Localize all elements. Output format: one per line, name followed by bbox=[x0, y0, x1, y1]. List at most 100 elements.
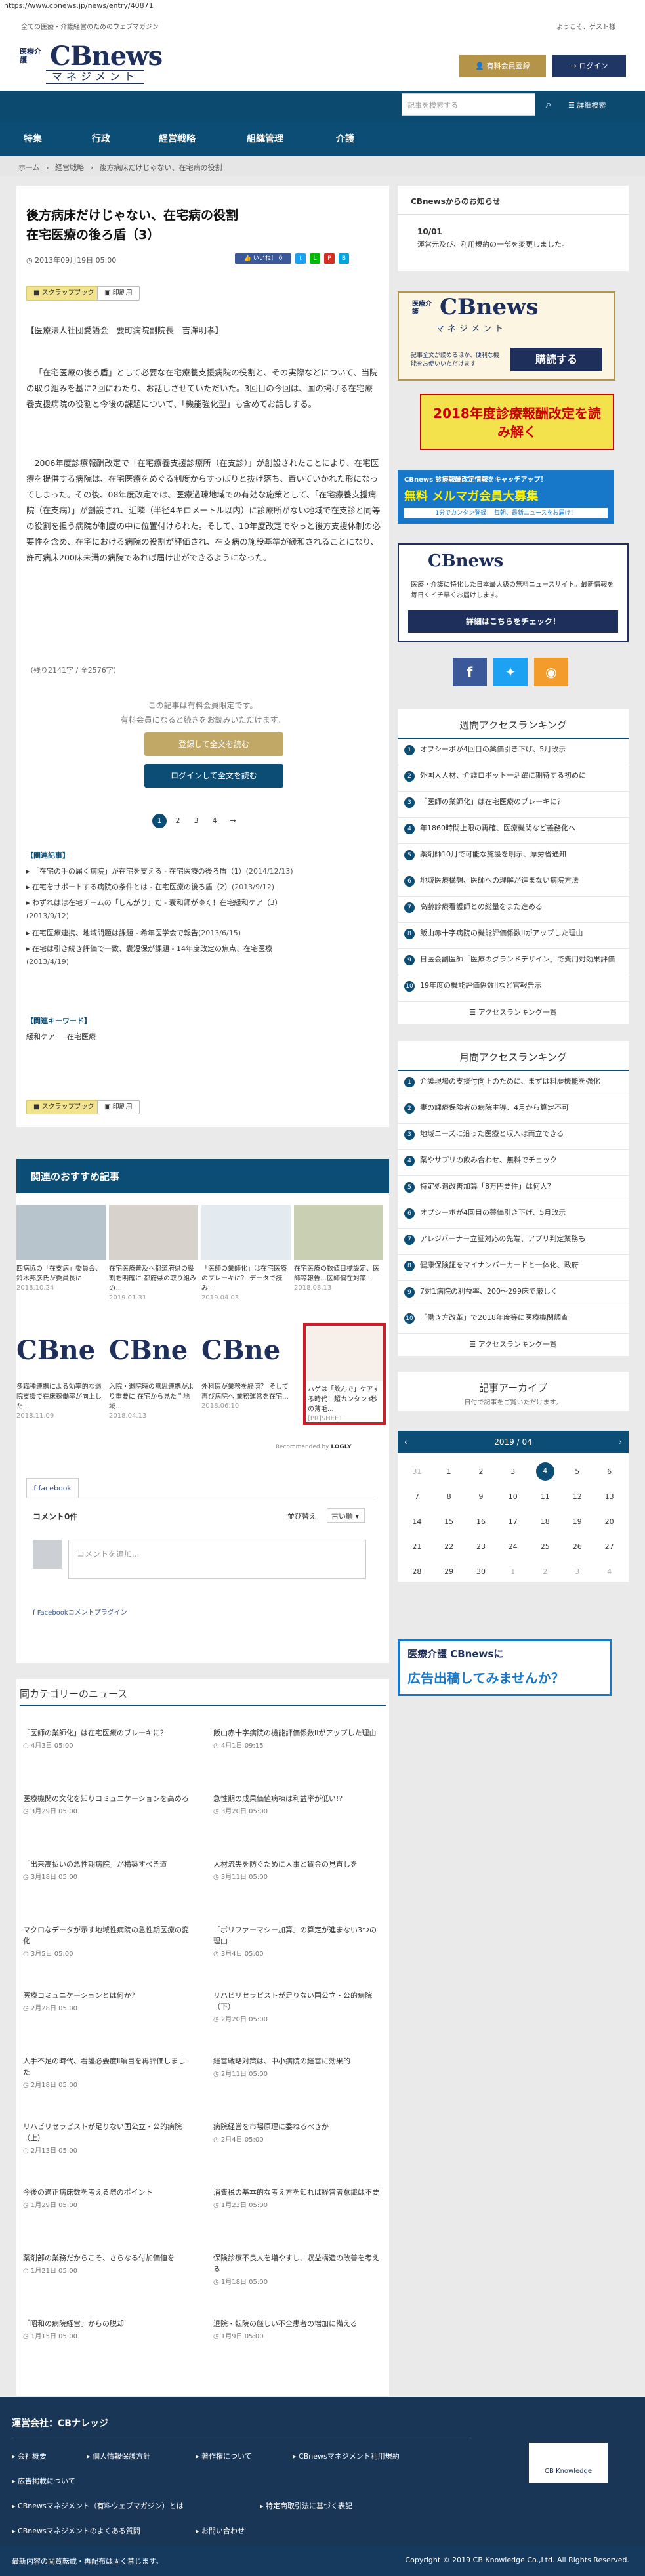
calendar-day[interactable]: 4 bbox=[530, 1460, 560, 1483]
ranking-item[interactable]: 6 地域医療構想、医師への理解が進まない病院方法 bbox=[398, 870, 629, 897]
nav-item-admin[interactable]: 行政 bbox=[92, 122, 110, 156]
calendar-day[interactable]: 2 bbox=[530, 1559, 560, 1583]
footer-link-privacy[interactable]: ▸ 個人情報保護方針 bbox=[87, 2451, 150, 2461]
powered-brand[interactable]: LOGLY bbox=[331, 1444, 351, 1450]
calendar-day[interactable]: 27 bbox=[594, 1534, 625, 1558]
calendar-day[interactable]: 13 bbox=[594, 1485, 625, 1508]
rec-card[interactable]: 四病協の「在支病」委員会、鈴木邦彦氏が委員長に 2018.10.24 bbox=[16, 1205, 106, 1292]
news-item[interactable]: リハビリセラピストが足りない国公立・公的病院（上） ◷ 2月13日 05:00 bbox=[23, 2121, 190, 2157]
login-read-button[interactable]: ログインして全文を読む bbox=[144, 764, 283, 788]
ranking-item[interactable]: 2 妻の課療保険者の病院主導、4月から算定不可 bbox=[398, 1097, 629, 1124]
news-item[interactable]: 「医師の業師化」は在宅医療のブレーキに？ ◷ 4月3日 05:00 bbox=[23, 1727, 190, 1752]
calendar-day[interactable]: 30 bbox=[466, 1559, 497, 1583]
related-item[interactable]: ▸ 在宅は引き続き評価で一致、嚢短保が課題 - 14年度改定の焦点、在宅医療 (2… bbox=[26, 942, 374, 969]
news-item[interactable]: 消費税の基本的な考え方を知れば経営者意識は不要 ◷ 1月23日 05:00 bbox=[213, 2187, 381, 2211]
ranking-item[interactable]: 8 健康保険証をマイナンバーカードと一体化、政府 bbox=[398, 1255, 629, 1281]
ranking-item[interactable]: 2 外国人人材、介護ロボット一活躍に期待する初めに bbox=[398, 765, 629, 792]
ranking-item[interactable]: 7 アレジバーナー立証対応の先端、アプリ判定業務も bbox=[398, 1229, 629, 1255]
scrapbook-button[interactable]: ■ スクラップブック bbox=[26, 286, 102, 301]
page-next[interactable]: → bbox=[226, 814, 240, 828]
footer-link-law[interactable]: ▸ 特定商取引法に基づく表記 bbox=[260, 2501, 352, 2511]
facebook-plugin-link[interactable]: f Facebookコメントプラグイン bbox=[33, 1607, 127, 1616]
news-item[interactable]: 病院経営を市場原理に委ねるべきか ◷ 2月4日 05:00 bbox=[213, 2121, 381, 2145]
nav-item-feature[interactable]: 特集 bbox=[24, 122, 42, 156]
footer-link-contact[interactable]: ▸ お問い合わせ bbox=[196, 2525, 245, 2536]
news-item[interactable]: 急性期の成果価値病棟は利益率が低い!? ◷ 3月20日 05:00 bbox=[213, 1793, 381, 1817]
calendar-day[interactable]: 12 bbox=[562, 1485, 593, 1508]
news-item[interactable]: 経営戦略対策は、中小病院の経営に効果的 ◷ 2月11日 05:00 bbox=[213, 2056, 381, 2080]
calendar-day[interactable]: 17 bbox=[497, 1510, 528, 1533]
rss-icon[interactable]: ◉ bbox=[534, 658, 568, 686]
news-item[interactable]: 「出来高払いの急性期病院」が構築すべき道 ◷ 3月18日 05:00 bbox=[23, 1859, 190, 1883]
ad-banner[interactable]: 医療介護 CBnewsに 広告出稿してみませんか？ bbox=[398, 1639, 612, 1696]
breadcrumb-home[interactable]: ホーム bbox=[18, 163, 40, 172]
footer-link-about[interactable]: ▸ CBnewsマネジメント（有料ウェブマガジン）とは bbox=[12, 2501, 184, 2511]
line-icon[interactable]: L bbox=[310, 253, 320, 264]
footer-link-faq[interactable]: ▸ CBnewsマネジメントのよくある質問 bbox=[12, 2525, 140, 2536]
news-item[interactable]: 「昭和の病院経営」からの脱却 ◷ 1月15日 05:00 bbox=[23, 2318, 190, 2342]
twitter-icon[interactable]: ✦ bbox=[493, 658, 528, 686]
ranking-item[interactable]: 3 地域ニーズに沿った医療と収入は両立できる bbox=[398, 1124, 629, 1150]
print-button[interactable]: ▣ 印刷用 bbox=[97, 286, 140, 301]
rec-card[interactable]: 在宅医療の数値目標設定、医師等報告…医師偏在対策... 2018.08.13 bbox=[294, 1205, 383, 1292]
breadcrumb-section[interactable]: 経営戦略 bbox=[55, 163, 84, 172]
comment-input[interactable]: コメントを追加... bbox=[68, 1540, 366, 1579]
news-item[interactable]: 医療コミュニケーションとは何か？ ◷ 2月28日 05:00 bbox=[23, 1990, 190, 2014]
monthly-more-link[interactable]: ☰ アクセスランキング一覧 bbox=[398, 1334, 629, 1356]
calendar-day[interactable]: 23 bbox=[466, 1534, 497, 1558]
facebook-icon[interactable]: f bbox=[453, 658, 487, 686]
notice-text[interactable]: 運営元及び、利用規約の一部を変更しました。 bbox=[417, 239, 596, 251]
calendar-day[interactable]: 24 bbox=[497, 1534, 528, 1558]
calendar-day[interactable]: 25 bbox=[530, 1534, 560, 1558]
rec-card[interactable]: 在宅医療普及へ都道府県の役割を明確に 都府県の取り組みの... 2019.01.3… bbox=[109, 1205, 198, 1301]
trust-badge[interactable]: CB Knowledge bbox=[529, 2443, 608, 2483]
print-button-bottom[interactable]: ▣ 印刷用 bbox=[97, 1100, 140, 1114]
news-item[interactable]: 退院・転院の厳しい不全患者の増加に備える ◷ 1月9日 05:00 bbox=[213, 2318, 381, 2342]
calendar-day[interactable]: 29 bbox=[434, 1559, 465, 1583]
footer-link-copyright[interactable]: ▸ 著作権について bbox=[196, 2451, 252, 2461]
calendar-day[interactable]: 18 bbox=[530, 1510, 560, 1533]
footer-link-terms[interactable]: ▸ CBnewsマネジメント利用規約 bbox=[293, 2451, 400, 2461]
footer-link-ads[interactable]: ▸ 広告掲載について bbox=[12, 2476, 75, 2486]
page-3[interactable]: 3 bbox=[189, 814, 203, 828]
rec-card[interactable]: CBne 多職種連携による効率的な退院支援で在床稼働率が向上した... 2018.1… bbox=[16, 1323, 106, 1420]
nav-item-strategy[interactable]: 経営戦略 bbox=[159, 122, 196, 156]
news-item[interactable]: 薬剤部の業務だからこそ、さらなる付加価値を ◷ 1月21日 05:00 bbox=[23, 2252, 190, 2277]
calendar-day[interactable]: 4 bbox=[594, 1559, 625, 1583]
subscribe-button[interactable]: 購読する bbox=[510, 348, 602, 371]
calendar-day[interactable]: 6 bbox=[594, 1460, 625, 1483]
address-bar[interactable]: https://www.cbnews.jp/news/entry/40871 bbox=[0, 0, 645, 12]
rec-card-ad[interactable]: ハゲは「飲んで」ケアする時代！超カンタン3秒の薄毛... [PR]SHEET bbox=[303, 1323, 386, 1425]
calendar-day[interactable]: 3 bbox=[562, 1559, 593, 1583]
ranking-item[interactable]: 6 オプシーボが4回目の薬価引き下げ、5月改示 bbox=[398, 1202, 629, 1229]
calendar-day[interactable]: 8 bbox=[434, 1485, 465, 1508]
calendar-day[interactable]: 31 bbox=[402, 1460, 432, 1483]
calendar-day[interactable]: 9 bbox=[466, 1485, 497, 1508]
page-2[interactable]: 2 bbox=[171, 814, 185, 828]
news-item[interactable]: 医療機関の文化を知りコミュニケーションを高める ◷ 3月29日 05:00 bbox=[23, 1793, 190, 1817]
info-button[interactable]: 詳細はこちらをチェック！ bbox=[408, 610, 618, 633]
calendar-day[interactable]: 2 bbox=[466, 1460, 497, 1483]
subscribe-banner[interactable]: 医療介護 CBnews マネジメント 記事全文が読めるほか、便利な機能をお使いい… bbox=[398, 291, 615, 381]
ranking-item[interactable]: 9 日医会副医師「医療のグランドデザイン」で費用対効果評価 bbox=[398, 949, 629, 975]
calendar-day[interactable]: 26 bbox=[562, 1534, 593, 1558]
ranking-item[interactable]: 10 19年度の機能評価係数IIなど官報告示 bbox=[398, 975, 629, 1002]
news-item[interactable]: 保険診療不良人を増やすし、収益構造の改善を考える ◷ 1月18日 05:00 bbox=[213, 2252, 381, 2288]
ranking-item[interactable]: 3 「医師の業師化」は在宅医療のブレーキに？ bbox=[398, 792, 629, 818]
facebook-like-button[interactable]: 👍 いいね！ 0 bbox=[235, 253, 291, 264]
twitter-icon[interactable]: t bbox=[295, 253, 306, 264]
page-4[interactable]: 4 bbox=[207, 814, 222, 828]
weekly-more-link[interactable]: ☰ アクセスランキング一覧 bbox=[398, 1002, 629, 1024]
advanced-search-link[interactable]: ☰ 詳細検索 bbox=[568, 100, 606, 110]
facebook-tab[interactable]: f facebook bbox=[26, 1478, 79, 1498]
calendar-day[interactable]: 1 bbox=[497, 1559, 528, 1583]
ranking-item[interactable]: 5 薬剤師10月で可能な施設を明示、厚労省通知 bbox=[398, 844, 629, 870]
calendar-day[interactable]: 1 bbox=[434, 1460, 465, 1483]
calendar-day[interactable]: 20 bbox=[594, 1510, 625, 1533]
mailmag-banner[interactable]: CBnews 診療報酬改定情報をキャッチアップ！ 無料 メルマガ会員大募集 1分… bbox=[398, 470, 614, 524]
ranking-item[interactable]: 9 7対1病院の利益率、200～299床で厳しく bbox=[398, 1281, 629, 1307]
rec-card[interactable]: 「医師の業師化」は在宅医療のブレーキに？ データで読み... 2019.04.03 bbox=[201, 1205, 291, 1301]
calendar-day[interactable]: 14 bbox=[402, 1510, 432, 1533]
footer-link-company[interactable]: ▸ 会社概要 bbox=[12, 2451, 47, 2461]
calendar-day[interactable]: 21 bbox=[402, 1534, 432, 1558]
